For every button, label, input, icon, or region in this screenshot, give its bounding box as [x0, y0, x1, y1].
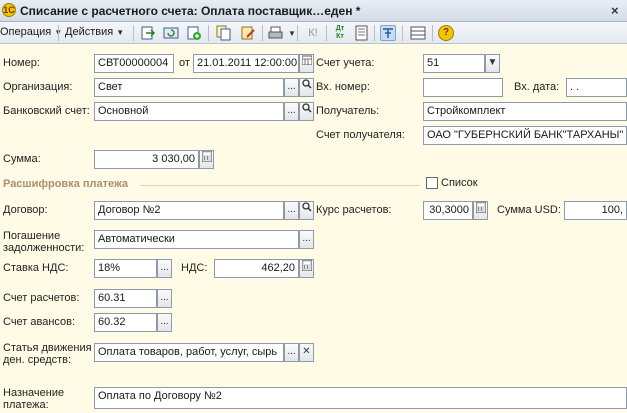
- vat-field[interactable]: 462,20: [214, 259, 299, 278]
- bank-account-field[interactable]: Основной: [94, 102, 284, 121]
- incoming-number-label: Вх. номер:: [316, 81, 370, 93]
- debt-repayment-field[interactable]: Автоматически: [94, 230, 299, 249]
- debt-repayment-label: Погашение задолженности:: [3, 230, 85, 254]
- section-divider: [140, 185, 420, 186]
- date-field[interactable]: 21.01.2011 12:00:00: [193, 54, 299, 73]
- amount-label: Сумма:: [3, 153, 41, 165]
- search-icon[interactable]: [299, 78, 314, 97]
- toolbar-divider: [326, 25, 327, 41]
- close-icon[interactable]: ×: [611, 3, 619, 18]
- cash-flow-item-label: Статья движения ден. средств:: [3, 342, 92, 366]
- toolbar-divider: [297, 25, 298, 41]
- incoming-date-field[interactable]: . .: [566, 78, 627, 97]
- calculator-icon[interactable]: [473, 201, 488, 220]
- calculator-icon[interactable]: [199, 150, 214, 169]
- select-ellipsis-button[interactable]: ...: [284, 78, 299, 97]
- toolbar: Операция▼ Действия▼ ▼ К! Дт Кт ?: [0, 22, 627, 44]
- usd-sum-field[interactable]: 100,: [564, 201, 627, 220]
- toolbar-divider: [374, 25, 375, 41]
- window-titlebar: 1С Списание с расчетного счета: Оплата п…: [0, 0, 627, 22]
- incoming-number-field[interactable]: [423, 78, 503, 97]
- search-icon[interactable]: [299, 102, 314, 121]
- bank-account-label: Банковский счет:: [3, 105, 90, 117]
- select-ellipsis-button[interactable]: ...: [284, 201, 299, 220]
- toolbar-divider: [262, 25, 263, 41]
- payment-purpose-field[interactable]: Оплата по Договору №2: [94, 387, 627, 409]
- rate-label: Курс расчетов:: [316, 204, 392, 216]
- print-dropdown[interactable]: ▼: [285, 27, 296, 39]
- rate-field[interactable]: 30,3000: [423, 201, 473, 220]
- chevron-down-icon[interactable]: ▼: [485, 54, 500, 73]
- organization-label: Организация:: [3, 81, 73, 93]
- recipient-label: Получатель:: [316, 105, 380, 117]
- app-logo-icon: 1С: [2, 3, 16, 17]
- organization-field[interactable]: Свет: [94, 78, 284, 97]
- select-ellipsis-button[interactable]: ...: [157, 289, 172, 308]
- actions-menu-label: Действия: [65, 26, 114, 38]
- print-icon[interactable]: [268, 25, 284, 41]
- structure-icon[interactable]: [380, 25, 396, 41]
- select-ellipsis-button[interactable]: ...: [284, 343, 299, 362]
- copy-document-icon[interactable]: [216, 25, 232, 41]
- recipient-account-field[interactable]: ОАО "ГУБЕРНСКИЙ БАНК"ТАРХАНЫ": [423, 126, 627, 145]
- operation-menu[interactable]: Операция▼: [0, 26, 62, 38]
- help-icon[interactable]: ?: [438, 25, 454, 41]
- dt-kt-button[interactable]: Дт Кт: [332, 25, 348, 41]
- account-field[interactable]: 51: [423, 54, 485, 73]
- contract-field[interactable]: Договор №2: [94, 201, 284, 220]
- advance-account-field[interactable]: 60.32: [94, 313, 157, 332]
- post-document-icon[interactable]: [140, 25, 156, 41]
- chevron-down-icon: ▼: [116, 28, 125, 37]
- toolbar-divider: [402, 25, 403, 41]
- list-view-icon[interactable]: [410, 25, 426, 41]
- document-form: Номер: СВТ00000004 от 21.01.2011 12:00:0…: [0, 44, 627, 413]
- incoming-date-label: Вх. дата:: [514, 81, 560, 93]
- search-icon[interactable]: [299, 201, 314, 220]
- select-ellipsis-button[interactable]: ...: [157, 259, 172, 278]
- settlement-account-field[interactable]: 60.31: [94, 289, 157, 308]
- select-ellipsis-button[interactable]: ...: [284, 102, 299, 121]
- vat-rate-field[interactable]: 18%: [94, 259, 157, 278]
- usd-sum-label: Сумма USD:: [497, 204, 561, 216]
- account-label: Счет учета:: [316, 57, 375, 69]
- refresh-icon[interactable]: [163, 25, 179, 41]
- date-label: от: [179, 57, 190, 69]
- document-journal-icon[interactable]: [354, 25, 370, 41]
- toolbar-divider: [432, 25, 433, 41]
- vat-label: НДС:: [181, 262, 208, 274]
- kl-button[interactable]: К!: [305, 25, 321, 41]
- chevron-down-icon: ▼: [288, 29, 296, 38]
- toolbar-divider: [58, 25, 59, 41]
- amount-field[interactable]: 3 030,00: [94, 150, 199, 169]
- select-ellipsis-button[interactable]: ...: [157, 313, 172, 332]
- vat-rate-label: Ставка НДС:: [3, 262, 69, 274]
- toolbar-divider: [208, 25, 209, 41]
- number-label: Номер:: [3, 57, 40, 69]
- window-title: Списание с расчетного счета: Оплата пост…: [20, 4, 361, 18]
- actions-menu[interactable]: Действия ▼: [65, 26, 124, 38]
- advance-account-label: Счет авансов:: [3, 316, 76, 328]
- operation-menu-label: Операция: [0, 26, 52, 38]
- toolbar-divider: [133, 25, 134, 41]
- payment-purpose-label: Назначение платежа:: [3, 387, 65, 411]
- recipient-account-label: Счет получателя:: [316, 129, 405, 141]
- edit-document-icon[interactable]: [240, 25, 256, 41]
- contract-label: Договор:: [3, 204, 48, 216]
- select-ellipsis-button[interactable]: ...: [299, 230, 314, 249]
- recipient-field[interactable]: Стройкомплект: [423, 102, 627, 121]
- cash-flow-item-field[interactable]: Оплата товаров, работ, услуг, сырь: [94, 343, 284, 362]
- calendar-icon[interactable]: [299, 54, 314, 73]
- number-field[interactable]: СВТ00000004: [94, 54, 174, 73]
- settlement-account-label: Счет расчетов:: [3, 292, 80, 304]
- add-document-icon[interactable]: [186, 25, 202, 41]
- clear-icon[interactable]: ✕: [299, 343, 314, 362]
- list-checkbox[interactable]: [426, 177, 438, 189]
- payment-breakdown-heading: Расшифровка платежа: [3, 178, 129, 190]
- list-checkbox-label: Список: [441, 177, 478, 189]
- calculator-icon[interactable]: [299, 259, 314, 278]
